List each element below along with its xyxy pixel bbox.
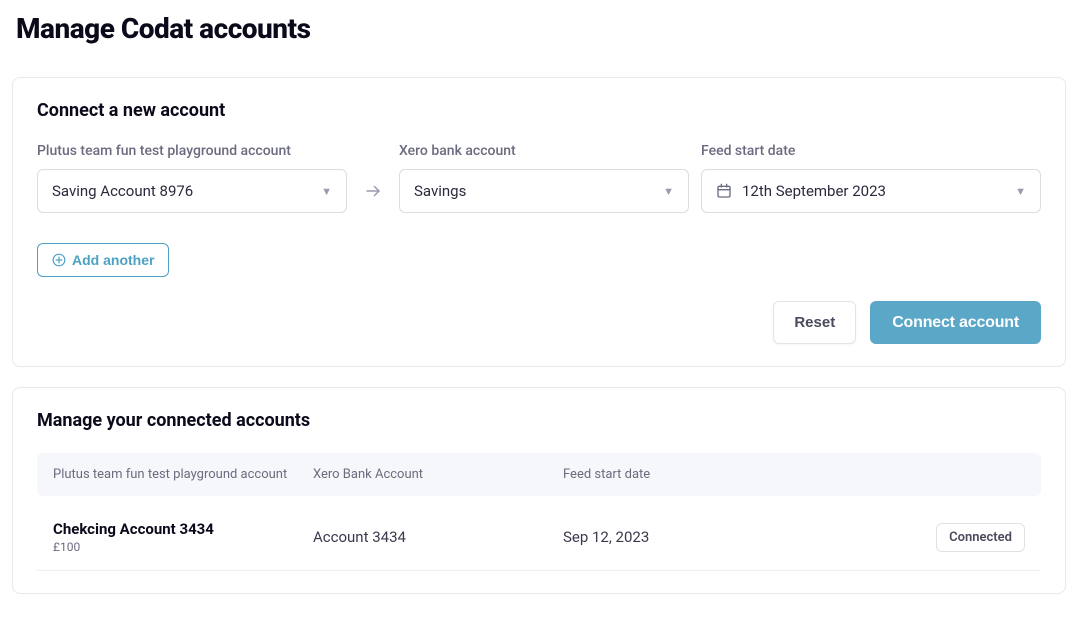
chevron-down-icon: ▼ <box>321 185 332 198</box>
feed-start-date-value: 12th September 2023 <box>742 182 1007 200</box>
manage-card-title: Manage your connected accounts <box>37 410 1041 431</box>
add-another-label: Add another <box>72 252 154 268</box>
source-account-value: Saving Account 8976 <box>52 182 313 200</box>
manage-connected-accounts-card: Manage your connected accounts Plutus te… <box>12 387 1066 594</box>
arrow-right-icon <box>359 169 387 213</box>
status-badge: Connected <box>936 523 1025 552</box>
header-feed-start-date: Feed start date <box>563 467 905 482</box>
xero-account-label: Xero bank account <box>399 143 689 159</box>
page-title: Manage Codat accounts <box>16 12 1066 45</box>
reset-button[interactable]: Reset <box>773 301 856 344</box>
feed-start-date-picker[interactable]: 12th September 2023 ▼ <box>701 169 1041 213</box>
header-source-account: Plutus team fun test playground account <box>53 467 313 482</box>
source-account-select[interactable]: Saving Account 8976 ▼ <box>37 169 347 213</box>
connect-new-account-card: Connect a new account Plutus team fun te… <box>12 77 1066 367</box>
xero-account-value: Savings <box>414 182 655 200</box>
connect-actions: Reset Connect account <box>37 301 1041 344</box>
chevron-down-icon: ▼ <box>663 185 674 198</box>
row-account-name: Chekcing Account 3434 <box>53 520 301 538</box>
row-feed-start-date: Sep 12, 2023 <box>563 528 905 546</box>
connect-account-button[interactable]: Connect account <box>870 301 1041 344</box>
xero-account-select[interactable]: Savings ▼ <box>399 169 689 213</box>
feed-start-date-field: Feed start date 12th September 2023 ▼ <box>701 143 1041 213</box>
source-account-label: Plutus team fun test playground account <box>37 143 347 159</box>
chevron-down-icon: ▼ <box>1015 185 1026 198</box>
xero-account-field: Xero bank account Savings ▼ <box>399 143 689 213</box>
connect-form-row: Plutus team fun test playground account … <box>37 143 1041 213</box>
row-xero-account: Account 3434 <box>313 528 563 546</box>
add-another-button[interactable]: Add another <box>37 243 169 277</box>
table-row: Chekcing Account 3434 £100 Account 3434 … <box>37 504 1041 571</box>
calendar-icon <box>716 183 732 199</box>
feed-start-date-label: Feed start date <box>701 143 1041 159</box>
accounts-table-header: Plutus team fun test playground account … <box>37 453 1041 496</box>
source-account-field: Plutus team fun test playground account … <box>37 143 347 213</box>
connect-card-title: Connect a new account <box>37 100 1041 121</box>
header-xero-account: Xero Bank Account <box>313 467 563 482</box>
row-account-balance: £100 <box>53 540 301 554</box>
plus-circle-icon <box>52 253 66 267</box>
